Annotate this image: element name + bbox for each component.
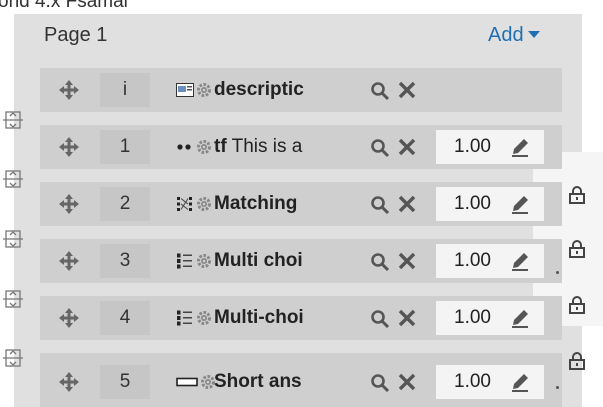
matching-icon	[177, 197, 192, 211]
close-icon[interactable]	[397, 308, 417, 328]
gear-icon	[197, 140, 211, 154]
slot-item: 3 Multi choi 1.00	[40, 239, 562, 283]
slot-item: 4 Multi-choi 1.00	[40, 296, 562, 340]
move-icon[interactable]	[56, 73, 82, 107]
max-mark-value: 1.00	[454, 307, 491, 328]
question-number: 1	[100, 130, 150, 164]
lock-icon[interactable]	[566, 238, 588, 260]
pencil-icon[interactable]	[509, 307, 531, 329]
page-break-icon[interactable]	[0, 348, 30, 368]
slot-item: 5 Short ans 1.00	[40, 353, 562, 407]
max-mark: 1.00	[436, 130, 544, 164]
question-type	[176, 309, 216, 327]
search-icon[interactable]	[370, 309, 390, 329]
page-break-icon[interactable]	[0, 169, 30, 189]
gear-icon	[197, 83, 211, 97]
question-number: 5	[100, 365, 150, 399]
question-name: Matching	[214, 187, 376, 221]
question-type	[176, 195, 216, 213]
question-name-text: Short ans	[214, 371, 302, 392]
pencil-icon[interactable]	[509, 371, 531, 393]
question-type	[176, 81, 216, 99]
max-mark: 1.00	[436, 187, 544, 221]
close-icon[interactable]	[397, 137, 417, 157]
question-number: 4	[100, 301, 150, 335]
search-icon[interactable]	[370, 252, 390, 272]
lock-icon[interactable]	[566, 184, 588, 206]
close-icon[interactable]	[397, 194, 417, 214]
max-mark: 1.00	[436, 301, 544, 335]
dot-marker	[556, 271, 559, 274]
question-number: 2	[100, 187, 150, 221]
max-mark-value: 1.00	[454, 371, 491, 392]
question-name-text: tf	[214, 136, 227, 157]
add-menu-link[interactable]: Add	[488, 24, 540, 47]
multichoice-icon	[177, 310, 192, 326]
caret-down-icon	[527, 31, 540, 38]
top-cut-text: ond 4.x Fsamal	[0, 0, 128, 12]
question-name-text: Multi choi	[214, 250, 303, 271]
page-title: Page 1	[44, 24, 108, 46]
shortanswer-icon	[176, 377, 198, 387]
close-icon[interactable]	[397, 372, 417, 392]
max-mark-value: 1.00	[454, 250, 491, 271]
move-icon[interactable]	[56, 365, 82, 399]
pencil-icon[interactable]	[509, 193, 531, 215]
max-mark-value: 1.00	[454, 136, 491, 157]
move-icon[interactable]	[56, 301, 82, 335]
max-mark: 1.00	[436, 244, 544, 278]
close-icon[interactable]	[397, 251, 417, 271]
move-icon[interactable]	[56, 244, 82, 278]
add-label: Add	[488, 24, 524, 46]
page-break-icon[interactable]	[0, 289, 30, 309]
question-name-text: descriptic	[214, 79, 304, 100]
description-icon	[176, 83, 194, 97]
gear-icon	[197, 311, 211, 325]
lock-icon[interactable]	[566, 294, 588, 316]
pencil-icon[interactable]	[509, 250, 531, 272]
question-name-text: Multi-choi	[214, 307, 304, 328]
question-name: Multi-choi	[214, 301, 376, 335]
multichoice-icon	[177, 253, 192, 269]
dot-marker	[556, 386, 559, 389]
truefalse-icon	[177, 144, 191, 150]
search-icon[interactable]	[370, 138, 390, 158]
pencil-icon[interactable]	[509, 136, 531, 158]
slot-item: 1 tf This is a 1.00	[40, 125, 562, 169]
page-break-icon[interactable]	[0, 229, 30, 249]
gear-icon	[197, 197, 211, 211]
question-type	[176, 373, 216, 391]
gear-icon	[197, 254, 211, 268]
question-name: tf This is a	[214, 130, 376, 164]
move-icon[interactable]	[56, 130, 82, 164]
question-type	[176, 252, 216, 270]
max-mark: 1.00	[436, 365, 544, 399]
slot-item: i descriptic	[40, 68, 562, 112]
close-icon[interactable]	[397, 80, 417, 100]
search-icon[interactable]	[370, 195, 390, 215]
page-break-icon[interactable]	[0, 110, 30, 130]
move-icon[interactable]	[56, 187, 82, 221]
question-type	[176, 138, 216, 156]
lock-icon[interactable]	[566, 350, 588, 372]
question-name: descriptic	[214, 73, 376, 107]
max-mark-value: 1.00	[454, 193, 491, 214]
question-name: Short ans	[214, 365, 376, 399]
question-number: i	[100, 73, 150, 107]
question-name-text: Matching	[214, 193, 298, 214]
search-icon[interactable]	[370, 373, 390, 393]
question-number: 3	[100, 244, 150, 278]
question-name: Multi choi	[214, 244, 376, 278]
slot-item: 2 Matching 1.00	[40, 182, 562, 226]
question-text: This is a	[231, 136, 303, 157]
search-icon[interactable]	[370, 81, 390, 101]
